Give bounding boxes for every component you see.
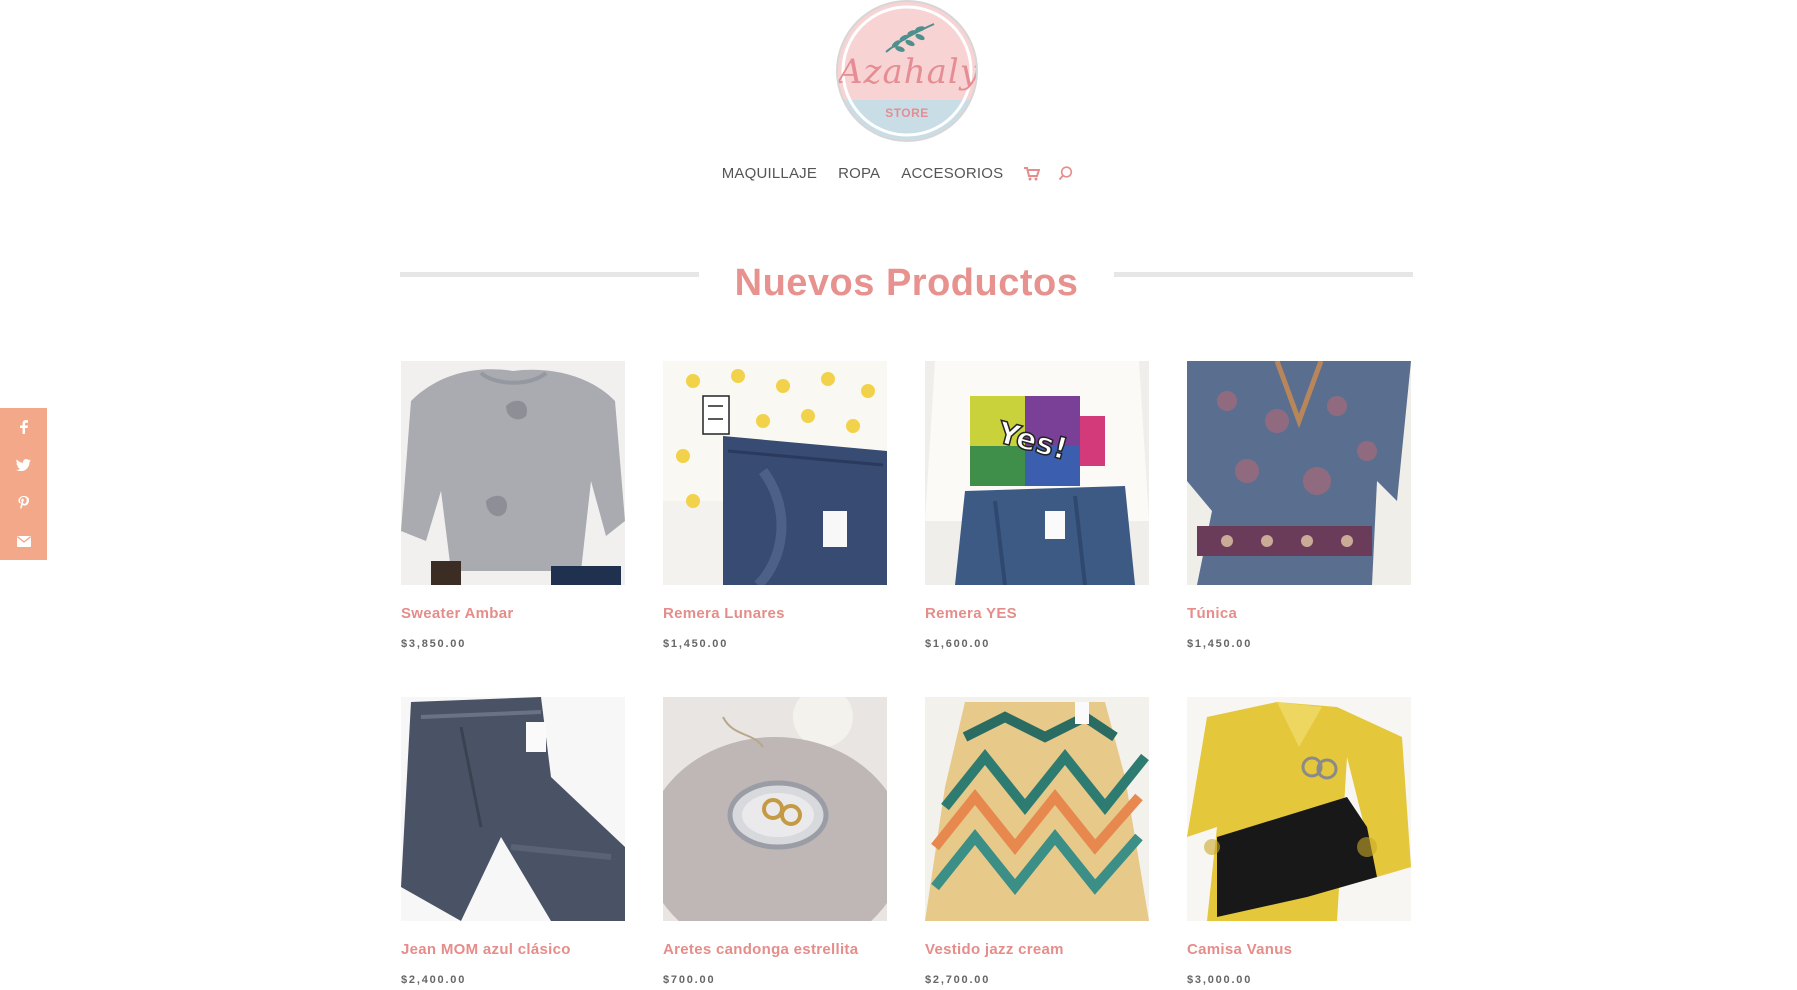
email-share-button[interactable] [0,522,47,560]
product-image[interactable] [663,361,887,585]
product-price: $3,000.00 [1187,974,1253,986]
product-card[interactable]: Vestido jazz cream $2,700.00 [925,697,1149,986]
logo-wordmark: Azahaly [838,52,976,92]
logo-store-label: STORE [885,106,929,120]
product-name[interactable]: Vestido jazz cream [925,941,1064,958]
product-card[interactable]: Aretes candonga estrellita $700.00 [663,697,887,986]
facebook-share-button[interactable] [0,408,47,446]
product-card[interactable]: Sweater Ambar $3,850.00 [401,361,625,650]
product-name[interactable]: Remera Lunares [663,605,785,622]
product-name[interactable]: Camisa Vanus [1187,941,1292,958]
product-card[interactable]: Yes! Remera YES $1,600.00 [925,361,1149,650]
product-image[interactable] [1187,361,1411,585]
nav-item-ropa[interactable]: ROPA [838,165,880,182]
product-price: $1,450.00 [663,638,729,650]
nav-item-maquillaje[interactable]: MAQUILLAJE [722,165,817,182]
product-name[interactable]: Túnica [1187,605,1237,622]
main-nav: MAQUILLAJE ROPA ACCESORIOS [0,165,1797,182]
product-name[interactable]: Jean MOM azul clásico [401,941,571,958]
section-title: Nuevos Productos [734,262,1079,304]
twitter-icon [16,459,31,471]
product-image[interactable] [663,697,887,921]
email-icon [16,535,31,547]
cart-icon[interactable] [1024,166,1041,181]
product-image[interactable] [401,361,625,585]
product-price: $2,700.00 [925,974,991,986]
pinterest-icon [18,496,29,510]
product-card[interactable]: Camisa Vanus $3,000.00 [1187,697,1411,986]
product-image[interactable] [401,697,625,921]
section-heading: Nuevos Productos [400,262,1413,310]
social-share-bar [0,408,47,560]
product-price: $1,450.00 [1187,638,1253,650]
store-logo[interactable]: Azahaly STORE [838,2,976,140]
twitter-share-button[interactable] [0,446,47,484]
product-card[interactable]: Túnica $1,450.00 [1187,361,1411,650]
product-card[interactable]: Remera Lunares $1,450.00 [663,361,887,650]
search-icon[interactable] [1058,166,1073,181]
product-image[interactable] [1187,697,1411,921]
pinterest-share-button[interactable] [0,484,47,522]
product-name[interactable]: Remera YES [925,605,1017,622]
product-card[interactable]: Jean MOM azul clásico $2,400.00 [401,697,625,986]
product-price: $700.00 [663,974,716,986]
product-price: $1,600.00 [925,638,991,650]
product-name[interactable]: Sweater Ambar [401,605,514,622]
facebook-icon [19,420,28,434]
product-image[interactable] [925,697,1149,921]
nav-item-accesorios[interactable]: ACCESORIOS [901,165,1003,182]
product-price: $2,400.00 [401,974,467,986]
product-name[interactable]: Aretes candonga estrellita [663,941,858,958]
product-price: $3,850.00 [401,638,467,650]
product-image[interactable]: Yes! [925,361,1149,585]
